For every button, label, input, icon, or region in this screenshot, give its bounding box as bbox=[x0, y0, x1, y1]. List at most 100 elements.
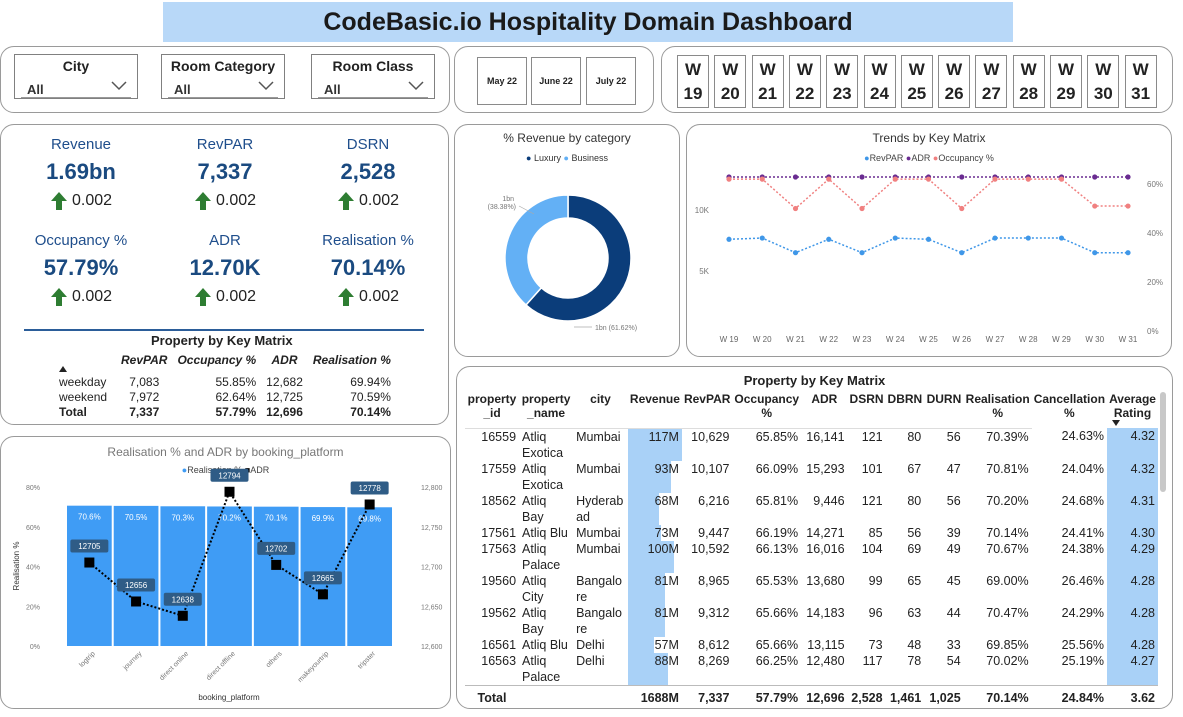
cell-property-id: 17561 bbox=[481, 525, 517, 540]
table-row[interactable]: 19562 Atliq Bay Bangalo re 81M 9,312 65.66… bbox=[465, 604, 1158, 637]
realisation-bar[interactable] bbox=[253, 506, 299, 646]
kpi-value: 70.14% bbox=[330, 255, 406, 280]
trend-point[interactable] bbox=[925, 236, 932, 242]
adr-point[interactable] bbox=[317, 589, 328, 600]
week-button[interactable]: W 28 bbox=[1012, 55, 1045, 108]
cell-property-name: Atliq Exotica bbox=[519, 428, 573, 461]
trend-point[interactable] bbox=[1125, 203, 1131, 209]
cell-city: Bangalo re bbox=[573, 605, 628, 637]
column-header[interactable]: Realisation% bbox=[964, 392, 1032, 420]
table-row[interactable]: 19560 Atliq City Bangalo re 81M 8,965 65.5… bbox=[465, 572, 1158, 605]
column-header[interactable]: Average Rating bbox=[1107, 392, 1158, 420]
name-line1: Atliq bbox=[522, 573, 547, 588]
trend-point[interactable] bbox=[859, 174, 865, 180]
table-row[interactable]: 16561 Atliq Blu Delhi 57M 8,612 65.66% 1… bbox=[465, 636, 1158, 653]
week-button[interactable]: W 27 bbox=[975, 55, 1008, 108]
trend-point[interactable] bbox=[1058, 176, 1065, 182]
column-header[interactable]: DBRN bbox=[886, 392, 925, 420]
week-button[interactable]: W 30 bbox=[1087, 55, 1120, 108]
donut-slice-business[interactable] bbox=[504, 194, 569, 307]
trends-line-chart[interactable]: 10K 5K 60% 40% 20% 0% W 19 W 20 W 21 W 22 W 23 W 24… bbox=[686, 124, 1172, 357]
trend-point[interactable] bbox=[892, 235, 898, 241]
room-class-slicer[interactable]: Room Class All bbox=[311, 54, 435, 99]
trend-point[interactable] bbox=[826, 176, 832, 182]
trend-point[interactable] bbox=[759, 235, 765, 241]
month-button-june[interactable]: June 22 bbox=[531, 57, 581, 105]
trend-point[interactable] bbox=[959, 250, 965, 256]
month-button-july[interactable]: July 22 bbox=[586, 57, 636, 105]
city-slicer[interactable]: City All bbox=[14, 54, 138, 99]
column-header[interactable]: DSRN bbox=[848, 392, 886, 420]
column-header[interactable]: Occupancy% bbox=[732, 392, 801, 420]
week-button[interactable]: W 26 bbox=[938, 55, 971, 108]
trend-point[interactable] bbox=[826, 236, 832, 242]
trend-point[interactable] bbox=[1092, 250, 1098, 256]
table-row[interactable]: 17559 Atliq Exotica Mumbai 93M 10,107 66.… bbox=[465, 460, 1158, 493]
trend-point[interactable] bbox=[726, 236, 732, 242]
realisation-bar[interactable] bbox=[347, 507, 392, 646]
trend-point[interactable] bbox=[1092, 174, 1098, 180]
trend-point[interactable] bbox=[792, 205, 799, 212]
week-button[interactable]: W 25 bbox=[900, 55, 933, 108]
adr-point[interactable] bbox=[364, 499, 375, 510]
trend-point[interactable] bbox=[1125, 174, 1131, 180]
trend-point[interactable] bbox=[1058, 235, 1065, 241]
realisation-bar[interactable] bbox=[113, 505, 159, 646]
room-category-slicer[interactable]: Room Category All bbox=[161, 54, 285, 99]
trend-point[interactable] bbox=[792, 174, 799, 180]
week-button[interactable]: W 24 bbox=[863, 55, 896, 108]
platform-combo-chart[interactable]: 80% 60% 40% 20% 0% 12,800 12,750 12,700 12,650 12… bbox=[0, 436, 451, 709]
week-button[interactable]: W 23 bbox=[826, 55, 859, 108]
column-header[interactable]: Revenue bbox=[628, 392, 682, 420]
week-button[interactable]: W 31 bbox=[1124, 55, 1157, 108]
trend-point[interactable] bbox=[1125, 250, 1131, 256]
column-header[interactable]: ADR bbox=[801, 392, 847, 420]
trend-point[interactable] bbox=[759, 176, 765, 182]
cell-occupancy: 66.19% bbox=[755, 525, 799, 540]
month-button-may[interactable]: May 22 bbox=[477, 57, 527, 105]
table-row[interactable]: 16559 Atliq Exotica Mumbai 117M 10,629 65… bbox=[465, 428, 1158, 461]
adr-point[interactable] bbox=[131, 596, 142, 607]
column-header[interactable]: city bbox=[573, 392, 628, 420]
week-button[interactable]: W 29 bbox=[1050, 55, 1082, 108]
week-button[interactable]: W 21 bbox=[751, 55, 784, 108]
week-button[interactable]: W 22 bbox=[788, 55, 821, 108]
week-button[interactable]: W 19 bbox=[677, 55, 709, 108]
table-row[interactable]: 16563 Atliq Palace Delhi 88M 8,269 66.25%… bbox=[465, 652, 1158, 685]
cell-property-name: Atliq City bbox=[519, 573, 573, 605]
trend-point[interactable] bbox=[859, 205, 865, 212]
trend-point[interactable] bbox=[959, 205, 965, 212]
column-header[interactable]: DURN bbox=[924, 392, 963, 420]
table-row[interactable]: 17563 Atliq Palace Mumbai 100M 10,592 66.… bbox=[465, 540, 1158, 573]
trend-point[interactable] bbox=[959, 174, 965, 180]
trend-point[interactable] bbox=[892, 176, 898, 182]
trend-point[interactable] bbox=[992, 176, 998, 182]
donut-chart[interactable]: 1bn (38.38%) 1bn (61.62%) bbox=[454, 124, 680, 357]
cell-durn: 49 bbox=[946, 541, 961, 556]
column-header[interactable]: Cancellation% bbox=[1032, 392, 1107, 420]
chevron-down-icon[interactable] bbox=[408, 81, 424, 91]
trend-point[interactable] bbox=[992, 235, 998, 241]
column-header[interactable]: property _name bbox=[519, 392, 573, 420]
trend-point[interactable] bbox=[925, 176, 932, 182]
adr-point[interactable] bbox=[224, 486, 235, 497]
column-header[interactable]: property _id bbox=[465, 392, 519, 420]
chevron-down-icon[interactable] bbox=[111, 81, 127, 91]
trend-point[interactable] bbox=[1025, 176, 1031, 182]
adr-point[interactable] bbox=[84, 557, 95, 568]
column-header[interactable]: RevPAR bbox=[682, 392, 732, 420]
adr-point[interactable] bbox=[271, 559, 282, 570]
sort-desc-icon[interactable] bbox=[1112, 420, 1121, 426]
table-scrollbar[interactable] bbox=[1160, 392, 1166, 492]
week-button[interactable]: W 20 bbox=[714, 55, 747, 108]
realisation-bar[interactable] bbox=[207, 506, 252, 646]
trend-point[interactable] bbox=[1025, 235, 1031, 241]
table-row[interactable]: 17561 Atliq Blu Mumbai 73M 9,447 66.19% … bbox=[465, 524, 1158, 541]
adr-point[interactable] bbox=[177, 610, 188, 621]
trend-point[interactable] bbox=[859, 250, 865, 256]
trend-point[interactable] bbox=[726, 176, 732, 182]
table-row[interactable]: 18562 Atliq Bay Hyderab ad 68M 6,216 65.81… bbox=[465, 492, 1158, 525]
trend-point[interactable] bbox=[792, 250, 799, 256]
chevron-down-icon[interactable] bbox=[258, 81, 274, 91]
trend-point[interactable] bbox=[1092, 203, 1098, 209]
